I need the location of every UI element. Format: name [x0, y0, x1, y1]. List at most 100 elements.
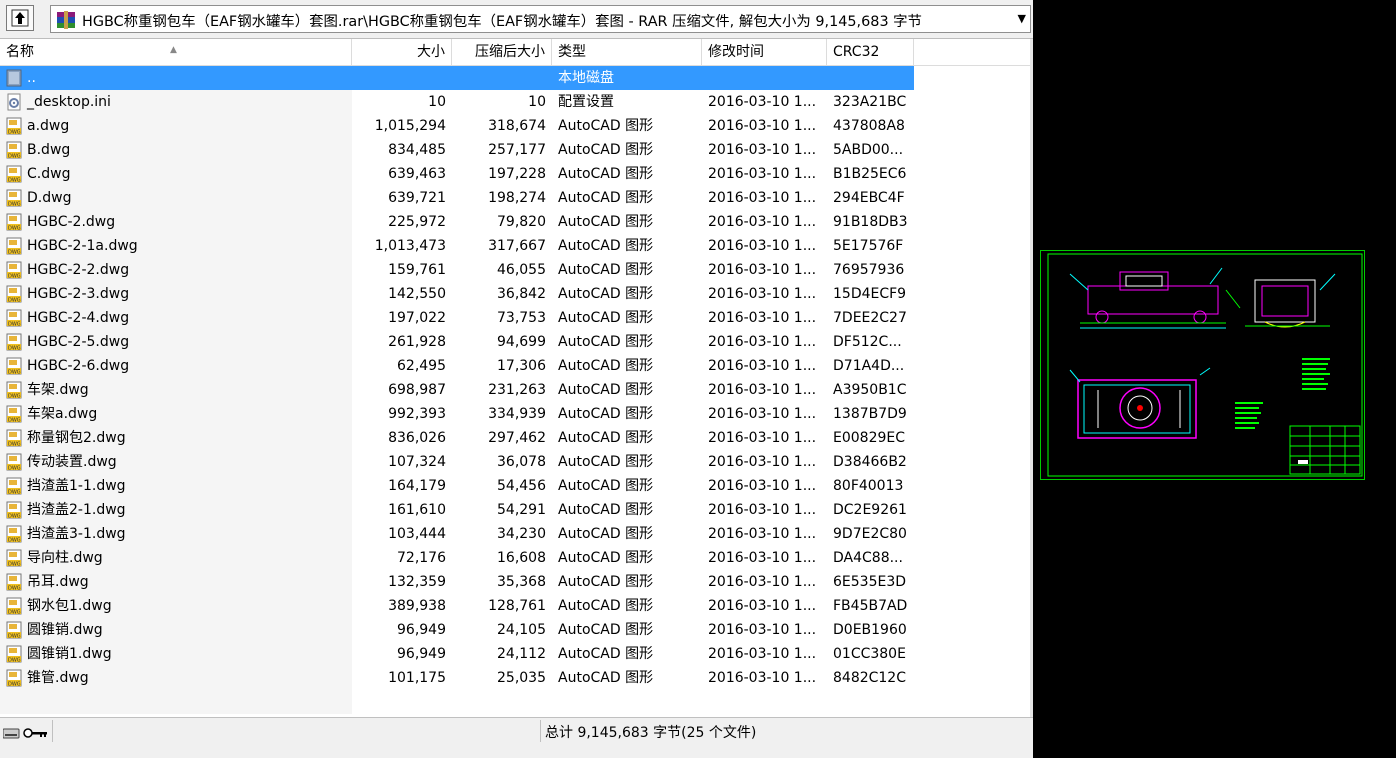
cell-packed: 16,608	[497, 550, 546, 566]
cell-type: AutoCAD 图形	[558, 142, 654, 158]
svg-text:DWG: DWG	[8, 154, 21, 160]
svg-text:DWG: DWG	[8, 418, 21, 424]
cell-type: 本地磁盘	[558, 70, 614, 86]
file-row[interactable]: DWG 称量钢包2.dwg 836,026 297,462 AutoCAD 图形 2016…	[0, 426, 914, 450]
svg-text:DWG: DWG	[8, 682, 21, 688]
rar-archive-icon	[57, 11, 75, 29]
svg-text:DWG: DWG	[8, 466, 21, 472]
file-row[interactable]: DWG HGBC-2-3.dwg 142,550 36,842 AutoCAD 图形 20…	[0, 282, 914, 306]
cell-name: a.dwg	[27, 118, 70, 134]
up-one-level-button[interactable]	[6, 5, 34, 31]
col-type-label: 类型	[558, 44, 586, 60]
cell-modified: 2016-03-10 1...	[708, 166, 817, 182]
cell-name: HGBC-2-1a.dwg	[27, 238, 138, 254]
cell-size: 225,972	[388, 214, 446, 230]
cell-crc: DF512C...	[833, 334, 902, 350]
file-row[interactable]: DWG 车架.dwg 698,987 231,263 AutoCAD 图形 2016-03…	[0, 378, 914, 402]
chevron-down-icon[interactable]: ▼	[1018, 12, 1026, 25]
file-row[interactable]: DWG 吊耳.dwg 132,359 35,368 AutoCAD 图形 2016-03-…	[0, 570, 914, 594]
file-row[interactable]: DWG 圆锥销1.dwg 96,949 24,112 AutoCAD 图形 2016-03…	[0, 642, 914, 666]
file-row[interactable]: DWG 钢水包1.dwg 389,938 128,761 AutoCAD 图形 2016-…	[0, 594, 914, 618]
svg-text:DWG: DWG	[8, 370, 21, 376]
cell-name: D.dwg	[27, 190, 72, 206]
col-size-label: 大小	[417, 44, 445, 60]
cell-modified: 2016-03-10 1...	[708, 646, 817, 662]
col-packed-header[interactable]: 压缩后大小	[452, 39, 552, 65]
file-row[interactable]: DWG 导向柱.dwg 72,176 16,608 AutoCAD 图形 2016-03-…	[0, 546, 914, 570]
file-row[interactable]: DWG C.dwg 639,463 197,228 AutoCAD 图形 2016-03-…	[0, 162, 914, 186]
cell-name: 传动装置.dwg	[27, 454, 117, 470]
file-row[interactable]: _desktop.ini 10 10 配置设置 2016-03-10 1... 323A2…	[0, 90, 914, 114]
col-modified-label: 修改时间	[708, 44, 764, 60]
cell-name: 吊耳.dwg	[27, 574, 89, 590]
file-row[interactable]: DWG 挡渣盖3-1.dwg 103,444 34,230 AutoCAD 图形 2016…	[0, 522, 914, 546]
cell-size: 389,938	[388, 598, 446, 614]
cell-modified: 2016-03-10 1...	[708, 406, 817, 422]
cell-crc: 437808A8	[833, 118, 905, 134]
cell-packed: 318,674	[488, 118, 546, 134]
sort-ascending-icon: ▲	[170, 45, 177, 55]
col-crc-header[interactable]: CRC32	[827, 39, 914, 65]
file-row[interactable]: DWG 挡渣盖1-1.dwg 164,179 54,456 AutoCAD 图形 2016…	[0, 474, 914, 498]
cell-packed	[452, 66, 546, 90]
cell-name: 圆锥销1.dwg	[27, 646, 112, 662]
cell-name: 钢水包1.dwg	[27, 598, 112, 614]
cell-packed: 36,078	[497, 454, 546, 470]
cell-packed: 94,699	[497, 334, 546, 350]
cell-size: 639,721	[388, 190, 446, 206]
file-row[interactable]: DWG 挡渣盖2-1.dwg 161,610 54,291 AutoCAD 图形 2016…	[0, 498, 914, 522]
svg-text:DWG: DWG	[8, 202, 21, 208]
file-row[interactable]: DWG 圆锥销.dwg 96,949 24,105 AutoCAD 图形 2016-03-…	[0, 618, 914, 642]
cell-name: 称量钢包2.dwg	[27, 430, 126, 446]
path-dropdown[interactable]: HGBC称重钢包车（EAF钢水罐车）套图.rar\HGBC称重钢包车（EAF钢水…	[50, 5, 1031, 33]
cell-name: HGBC-2-3.dwg	[27, 286, 130, 302]
cell-type: AutoCAD 图形	[558, 646, 654, 662]
parent-folder-row[interactable]: .. 本地磁盘	[0, 66, 914, 90]
file-row[interactable]: DWG B.dwg 834,485 257,177 AutoCAD 图形 2016-03-…	[0, 138, 914, 162]
cell-modified: 2016-03-10 1...	[708, 670, 817, 686]
file-row[interactable]: DWG HGBC-2-5.dwg 261,928 94,699 AutoCAD 图形 20…	[0, 330, 914, 354]
file-row[interactable]: DWG 锥管.dwg 101,175 25,035 AutoCAD 图形 2016-03-…	[0, 666, 914, 690]
cell-type: AutoCAD 图形	[558, 622, 654, 638]
vertical-scrollbar[interactable]	[1030, 39, 1033, 757]
svg-text:DWG: DWG	[8, 178, 21, 184]
cell-type: AutoCAD 图形	[558, 358, 654, 374]
file-row[interactable]: DWG HGBC-2-2.dwg 159,761 46,055 AutoCAD 图形 20…	[0, 258, 914, 282]
col-modified-header[interactable]: 修改时间	[702, 39, 827, 65]
file-row[interactable]: DWG D.dwg 639,721 198,274 AutoCAD 图形 2016-03-…	[0, 186, 914, 210]
cell-packed: 198,274	[488, 190, 546, 206]
file-row[interactable]: DWG a.dwg 1,015,294 318,674 AutoCAD 图形 2016-0…	[0, 114, 914, 138]
cell-packed: 197,228	[488, 166, 546, 182]
col-name-header[interactable]: 名称 ▲	[0, 39, 352, 65]
svg-text:DWG: DWG	[8, 658, 21, 664]
col-size-header[interactable]: 大小	[352, 39, 452, 65]
cell-name: _desktop.ini	[27, 94, 111, 110]
cell-modified: 2016-03-10 1...	[708, 382, 817, 398]
cell-modified: 2016-03-10 1...	[708, 478, 817, 494]
cell-packed: 25,035	[497, 670, 546, 686]
cell-modified: 2016-03-10 1...	[708, 94, 817, 110]
cell-name: C.dwg	[27, 166, 71, 182]
cell-type: AutoCAD 图形	[558, 334, 654, 350]
file-row[interactable]: DWG HGBC-2-1a.dwg 1,013,473 317,667 AutoCAD …	[0, 234, 914, 258]
cell-crc: 6E535E3D	[833, 574, 907, 590]
cell-type: AutoCAD 图形	[558, 406, 654, 422]
cell-modified: 2016-03-10 1...	[708, 190, 817, 206]
col-type-header[interactable]: 类型	[552, 39, 702, 65]
cell-crc: 91B18DB3	[833, 214, 908, 230]
file-row[interactable]: DWG HGBC-2.dwg 225,972 79,820 AutoCAD 图形 2016…	[0, 210, 914, 234]
cell-size: 992,393	[388, 406, 446, 422]
cell-modified: 2016-03-10 1...	[708, 430, 817, 446]
file-row[interactable]: DWG HGBC-2-6.dwg 62,495 17,306 AutoCAD 图形 201…	[0, 354, 914, 378]
cell-packed: 79,820	[497, 214, 546, 230]
cell-modified: 2016-03-10 1...	[708, 310, 817, 326]
file-row[interactable]: DWG 传动装置.dwg 107,324 36,078 AutoCAD 图形 2016-0…	[0, 450, 914, 474]
file-row[interactable]: DWG HGBC-2-4.dwg 197,022 73,753 AutoCAD 图形 20…	[0, 306, 914, 330]
cell-crc: E00829EC	[833, 430, 906, 446]
cell-type: AutoCAD 图形	[558, 214, 654, 230]
cell-type: AutoCAD 图形	[558, 598, 654, 614]
svg-text:DWG: DWG	[8, 226, 21, 232]
svg-text:DWG: DWG	[8, 250, 21, 256]
cell-crc: DA4C88...	[833, 550, 903, 566]
file-row[interactable]: DWG 车架a.dwg 992,393 334,939 AutoCAD 图形 2016-0…	[0, 402, 914, 426]
